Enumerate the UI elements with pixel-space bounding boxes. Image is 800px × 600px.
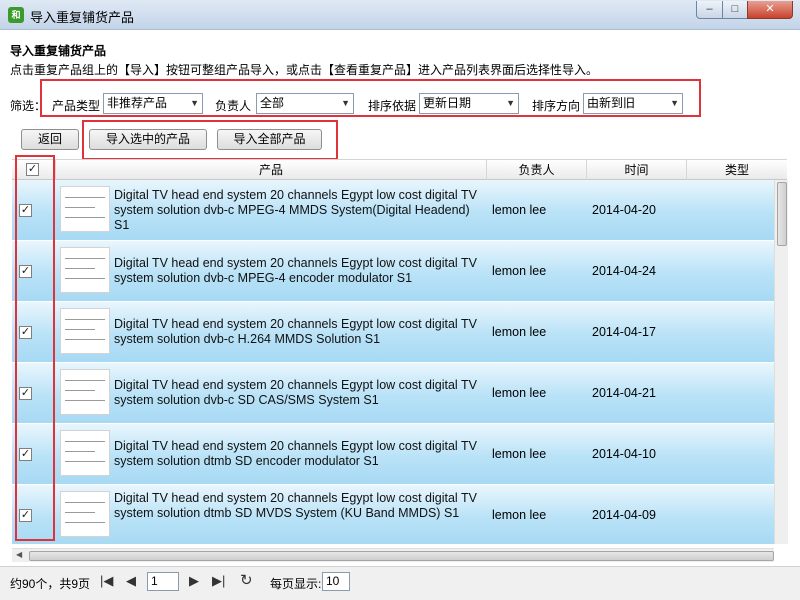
product-list: ✓ Digital TV head end system 20 channels… — [12, 180, 774, 544]
back-button[interactable]: 返回 — [21, 129, 79, 150]
product-name: Digital TV head end system 20 channels E… — [114, 439, 477, 468]
product-date: 2014-04-24 — [592, 264, 656, 278]
minimize-button[interactable]: – — [696, 1, 723, 19]
product-date: 2014-04-09 — [592, 508, 656, 522]
product-owner: lemon lee — [492, 264, 547, 278]
horizontal-scroll-thumb[interactable] — [29, 551, 774, 561]
product-thumbnail — [60, 247, 110, 293]
title-bar: 和 导入重复铺货产品 – □ ✕ — [0, 0, 800, 30]
page-number-input[interactable]: 1 — [147, 572, 179, 591]
first-page-icon[interactable]: |◀ — [100, 573, 113, 589]
checkbox-column-highlight-box — [15, 155, 55, 541]
column-header-owner[interactable]: 负责人 — [487, 160, 587, 180]
scroll-left-icon[interactable]: ◀ — [16, 550, 22, 559]
filter-highlight-box — [40, 79, 701, 117]
product-thumbnail — [60, 491, 110, 537]
per-page-label: 每页显示: — [270, 577, 322, 591]
pager: 约90个，共9页 |◀ ◀ 1 ▶ ▶| ↻ 每页显示: 10 — [0, 566, 800, 600]
last-page-icon[interactable]: ▶| — [212, 573, 225, 589]
product-thumbnail — [60, 186, 110, 232]
product-name: Digital TV head end system 20 channels E… — [114, 256, 477, 285]
product-name: Digital TV head end system 20 channels E… — [114, 317, 477, 346]
page-heading: 导入重复铺货产品 — [10, 44, 107, 58]
maximize-button[interactable]: □ — [722, 1, 748, 19]
product-owner: lemon lee — [492, 447, 547, 461]
product-thumbnail — [60, 308, 110, 354]
product-name: Digital TV head end system 20 channels E… — [114, 491, 477, 520]
product-owner: lemon lee — [492, 203, 547, 217]
product-owner: lemon lee — [492, 325, 547, 339]
per-page-input[interactable]: 10 — [322, 572, 350, 591]
window-title: 导入重复铺货产品 — [30, 10, 135, 25]
product-owner: lemon lee — [492, 386, 547, 400]
table-row[interactable]: ✓ Digital TV head end system 20 channels… — [12, 424, 774, 485]
page-description: 点击重复产品组上的【导入】按钮可整组产品导入，或点击【查看重复产品】进入产品列表… — [10, 63, 599, 77]
product-thumbnail — [60, 430, 110, 476]
buttons-highlight-box — [82, 120, 338, 160]
column-header-product[interactable]: 产品 — [56, 160, 487, 180]
table-row[interactable]: ✓ Digital TV head end system 20 channels… — [12, 302, 774, 363]
app-icon: 和 — [8, 7, 24, 23]
table-row[interactable]: ✓ Digital TV head end system 20 channels… — [12, 241, 774, 302]
product-name: Digital TV head end system 20 channels E… — [114, 378, 477, 407]
product-date: 2014-04-10 — [592, 447, 656, 461]
horizontal-scrollbar[interactable]: ◀ — [12, 548, 774, 562]
table-header: ✓ 产品 负责人 时间 类型 — [12, 159, 787, 180]
column-header-type[interactable]: 类型 — [687, 160, 787, 180]
product-owner: lemon lee — [492, 508, 547, 522]
pager-summary: 约90个，共9页 — [10, 577, 91, 591]
vertical-scroll-thumb[interactable] — [777, 182, 787, 246]
product-date: 2014-04-21 — [592, 386, 656, 400]
table-row[interactable]: ✓ Digital TV head end system 20 channels… — [12, 485, 774, 544]
close-button[interactable]: ✕ — [747, 1, 793, 19]
vertical-scrollbar[interactable] — [774, 180, 788, 544]
product-date: 2014-04-20 — [592, 203, 656, 217]
table-row[interactable]: ✓ Digital TV head end system 20 channels… — [12, 363, 774, 424]
column-header-time[interactable]: 时间 — [587, 160, 687, 180]
table-row[interactable]: ✓ Digital TV head end system 20 channels… — [12, 180, 774, 241]
prev-page-icon[interactable]: ◀ — [126, 573, 136, 589]
refresh-icon[interactable]: ↻ — [240, 571, 253, 589]
product-thumbnail — [60, 369, 110, 415]
product-date: 2014-04-17 — [592, 325, 656, 339]
product-name: Digital TV head end system 20 channels E… — [114, 188, 477, 232]
next-page-icon[interactable]: ▶ — [189, 573, 199, 589]
